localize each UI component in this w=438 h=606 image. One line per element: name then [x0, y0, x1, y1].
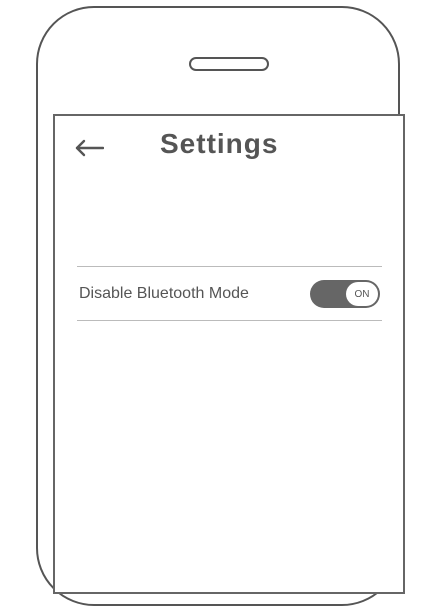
- app-screen: [53, 114, 405, 594]
- disable-bluetooth-toggle[interactable]: ON: [310, 280, 380, 308]
- page-title: Settings: [160, 128, 279, 159]
- toggle-state-label: ON: [354, 288, 370, 300]
- setting-label: Disable Bluetooth Mode: [79, 285, 249, 302]
- toggle-knob: ON: [346, 282, 378, 306]
- back-arrow-icon[interactable]: [74, 138, 104, 158]
- earpiece-icon: [189, 57, 269, 71]
- setting-row-disable-bluetooth: Disable Bluetooth Mode ON: [77, 266, 382, 321]
